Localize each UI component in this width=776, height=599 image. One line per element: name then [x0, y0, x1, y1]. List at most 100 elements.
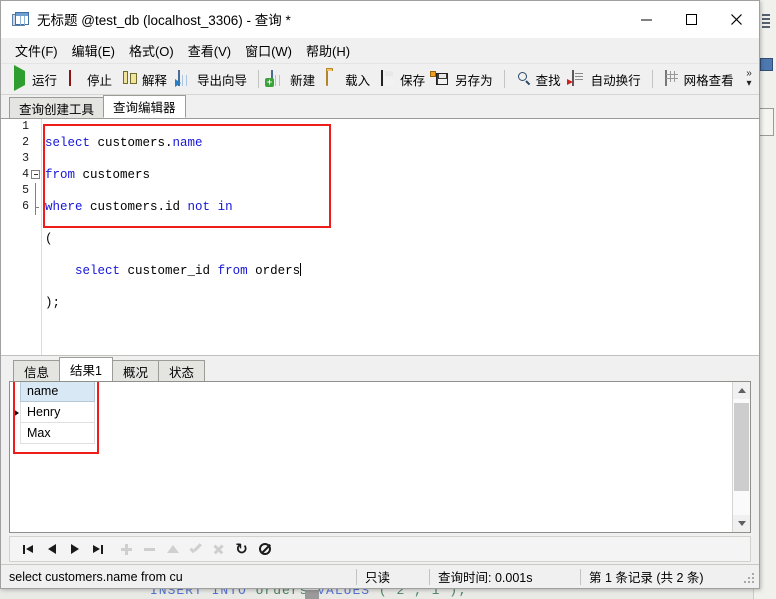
tab-status[interactable]: 状态 — [157, 360, 205, 381]
save-as-label: 另存为 — [455, 73, 493, 88]
code-fold-toggle[interactable] — [31, 170, 40, 179]
scrollbar-thumb[interactable] — [734, 403, 749, 491]
stop-icon — [67, 70, 83, 87]
tab-profile[interactable]: 概况 — [111, 360, 159, 381]
resize-grip-icon[interactable] — [744, 571, 756, 583]
menu-item-help[interactable]: 帮助(H) — [299, 38, 357, 63]
scroll-up-button[interactable] — [733, 382, 750, 399]
line-number: 6 — [1, 199, 41, 215]
scrollbar-track[interactable] — [733, 399, 750, 515]
tab-query-editor[interactable]: 查询编辑器 — [103, 95, 186, 118]
confirm-record-button[interactable] — [185, 539, 206, 560]
word-wrap-button[interactable]: 自动换行 — [566, 67, 646, 91]
new-query-icon: + — [265, 70, 286, 87]
column-header-name[interactable]: name — [20, 382, 95, 402]
result-grid[interactable]: name Henry Max — [20, 382, 95, 444]
first-record-icon — [23, 544, 34, 554]
toolbar-overflow-button[interactable]: » ▾ — [742, 65, 756, 93]
sql-editor[interactable]: 1 2 3 4 5 6 select customers.name from c… — [1, 119, 759, 356]
cancel-record-button[interactable] — [208, 539, 229, 560]
grid-cell-name[interactable]: Henry — [20, 400, 95, 423]
line-number: 2 — [22, 136, 29, 149]
status-query-time: 查询时间: 0.001s — [438, 571, 533, 585]
title-bar[interactable]: 无标题 @test_db (localhost_3306) - 查询 * — [1, 1, 759, 38]
refresh-icon: ↻ — [235, 540, 248, 558]
new-query-button[interactable]: + 新建 — [265, 67, 320, 91]
load-button[interactable]: 载入 — [320, 67, 375, 91]
stop-label: 停止 — [87, 73, 113, 88]
delete-record-button[interactable] — [139, 539, 160, 560]
code-line: where customers.id not in — [45, 199, 301, 215]
maximize-button[interactable] — [669, 1, 714, 37]
result-vertical-scrollbar[interactable] — [732, 382, 750, 532]
grid-cell-name[interactable]: Max — [20, 421, 95, 444]
scroll-down-button[interactable] — [733, 515, 750, 532]
table-row[interactable]: Max — [20, 421, 95, 444]
tab-info[interactable]: 信息 — [13, 360, 61, 381]
grid-view-button[interactable]: 网格查看 — [659, 67, 739, 91]
result-tab-strip: 信息 结果1 概况 状态 — [1, 356, 759, 381]
background-grid-icon — [760, 58, 773, 71]
table-row[interactable]: Henry — [20, 400, 95, 423]
close-icon — [731, 13, 742, 25]
minimize-icon — [641, 19, 652, 20]
edit-record-button[interactable] — [162, 539, 183, 560]
toolbar-separator-2 — [503, 70, 505, 88]
editor-tab-strip: 查询创建工具 查询编辑器 — [1, 95, 759, 119]
explain-button[interactable]: 解释 — [117, 67, 172, 91]
save-as-button[interactable]: 另存为 — [430, 67, 498, 91]
add-record-button[interactable] — [116, 539, 137, 560]
next-record-button[interactable] — [64, 539, 85, 560]
line-number: 5 — [1, 183, 41, 199]
window-controls — [624, 1, 759, 37]
status-bar: select customers.name from cu 只读 查询时间: 0… — [1, 564, 759, 588]
line-number-text: 4 — [22, 168, 29, 181]
load-label: 载入 — [345, 73, 371, 88]
fold-guide-line — [35, 183, 36, 199]
stop-loading-button[interactable] — [254, 539, 275, 560]
close-button[interactable] — [714, 1, 759, 37]
stop-button[interactable]: 停止 — [62, 67, 117, 91]
code-token: customers. — [90, 136, 173, 150]
tab-query-builder[interactable]: 查询创建工具 — [9, 97, 105, 118]
chevron-down-icon: ▾ — [746, 78, 752, 89]
line-number-text: 6 — [22, 200, 29, 213]
export-wizard-button[interactable]: 导出向导 — [172, 67, 252, 91]
sql-code-text: select customers.name from customers whe… — [45, 119, 302, 343]
stop-loading-icon — [258, 543, 271, 555]
code-token: from — [45, 168, 76, 182]
screen: INSERT INTO orders VALUES ( 2 , 1 ); 无标题… — [0, 0, 776, 599]
record-navigation-toolbar: ↻ — [9, 536, 751, 562]
code-token: ( — [45, 232, 53, 246]
menu-item-format[interactable]: 格式(O) — [122, 38, 181, 63]
refresh-button[interactable]: ↻ — [231, 539, 252, 560]
word-wrap-icon — [571, 70, 587, 87]
result-grid-body[interactable]: name Henry Max — [10, 382, 732, 532]
confirm-record-icon — [190, 544, 202, 554]
code-token: from — [217, 264, 248, 278]
menu-item-file[interactable]: 文件(F) — [8, 38, 65, 63]
previous-record-icon — [47, 544, 56, 554]
menu-item-edit[interactable]: 编辑(E) — [65, 38, 122, 63]
tab-result1[interactable]: 结果1 — [59, 357, 113, 381]
status-record-info: 第 1 条记录 (共 2 条) — [589, 571, 704, 585]
run-button[interactable]: 运行 — [7, 65, 62, 91]
first-record-button[interactable] — [18, 539, 39, 560]
code-line: select customers.name — [45, 135, 301, 151]
grid-header-row: name — [20, 382, 95, 402]
save-button[interactable]: 保存 — [375, 67, 430, 91]
export-wizard-icon — [175, 70, 193, 87]
query-window: 无标题 @test_db (localhost_3306) - 查询 * 文件(… — [0, 0, 760, 589]
menu-item-window[interactable]: 窗口(W) — [238, 38, 299, 63]
chevron-down-icon — [737, 521, 746, 526]
minimize-button[interactable] — [624, 1, 669, 37]
line-number: 3 — [22, 152, 29, 165]
maximize-icon — [686, 13, 697, 25]
code-token: customer_id — [120, 264, 218, 278]
previous-record-button[interactable] — [41, 539, 62, 560]
code-line: select customer_id from orders — [45, 263, 302, 279]
find-button[interactable]: 查找 — [511, 67, 566, 91]
result-grid-container[interactable]: name Henry Max — [9, 381, 751, 533]
menu-item-view[interactable]: 查看(V) — [181, 38, 238, 63]
last-record-button[interactable] — [87, 539, 108, 560]
